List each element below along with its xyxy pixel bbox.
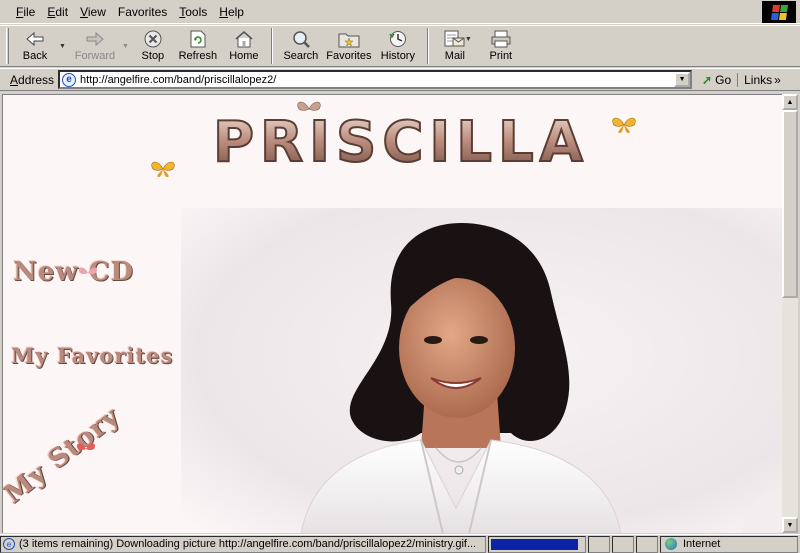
links-button[interactable]: Links » [737,72,781,87]
history-icon [387,29,409,49]
refresh-icon [187,29,209,49]
butterfly-icon [297,101,321,111]
forward-button[interactable]: Forward [70,26,120,66]
home-button[interactable]: Home [223,26,265,66]
ie-page-icon: e [3,538,15,550]
toolbar-grip[interactable] [6,28,9,64]
chevron-right-icon: » [774,72,781,87]
status-pane-blank [588,535,610,553]
search-button[interactable]: Search [279,26,323,66]
mail-icon [444,29,466,49]
menu-file[interactable]: File [10,1,41,23]
history-button[interactable]: History [375,26,421,66]
windows-logo-icon [770,4,788,20]
menu-bar: File Edit View Favorites Tools Help [0,0,800,24]
stop-button[interactable]: Stop [133,26,173,66]
scroll-up-icon[interactable]: ▲ [782,94,798,110]
menu-help[interactable]: Help [213,1,250,23]
address-dropdown-icon[interactable]: ▼ [674,72,691,87]
refresh-button[interactable]: Refresh [173,26,223,66]
favorites-folder-icon [338,29,360,49]
menu-view[interactable]: View [74,1,112,23]
address-label: Address [10,72,55,87]
vertical-scrollbar[interactable]: ▲ ▼ [782,94,798,533]
windows-logo-throbber [762,1,796,23]
progress-fill [491,538,579,550]
printer-icon [490,29,512,49]
go-button[interactable]: ➚ Go [692,73,737,87]
menu-favorites[interactable]: Favorites [112,1,173,23]
forward-dropdown-icon[interactable]: ▼ [122,43,129,50]
nav-new-cd-link[interactable]: New CD [13,257,134,287]
priscilla-photo [181,208,782,533]
butterfly-icon [78,267,98,275]
butterfly-icon [612,117,636,133]
favorites-button[interactable]: Favorites [323,26,375,66]
print-button[interactable]: Print [482,26,520,66]
internet-globe-icon [665,538,677,550]
status-pane-blank [612,535,634,553]
nav-my-favorites-link[interactable]: My Favorites [11,343,173,368]
mail-button[interactable]: Mail [435,26,475,66]
menu-edit[interactable]: Edit [41,1,74,23]
download-progress-bar [488,535,586,553]
banner-title: PRISCILLA [213,110,589,175]
back-dropdown-icon[interactable]: ▼ [59,43,66,50]
address-bar: Address e http://angelfire.com/band/pris… [0,68,800,91]
toolbar-separator [270,28,273,64]
go-arrow-icon: ➚ [702,72,713,87]
status-bar: e (3 items remaining) Downloading pictur… [0,534,800,553]
priscilla-banner-logo: PRISCILLA [212,109,589,175]
butterfly-icon [151,161,175,177]
butterfly-icon [76,443,96,451]
scroll-down-icon[interactable]: ▼ [782,517,798,533]
stop-icon [142,29,164,49]
toolbar-separator [426,28,429,64]
page-viewport: PRISCILLA New CD My Favorites My Story [2,94,782,533]
nav-my-story-link[interactable]: My Story [3,401,126,510]
back-arrow-icon [24,29,46,49]
status-text-pane: e (3 items remaining) Downloading pictur… [0,535,486,553]
forward-arrow-icon [84,29,106,49]
back-button[interactable]: Back [13,26,57,66]
address-input[interactable]: e http://angelfire.com/band/priscillalop… [58,70,693,89]
status-pane-blank [636,535,658,553]
scrollbar-thumb[interactable] [782,110,798,298]
security-zone-pane: Internet [660,535,798,553]
search-icon [290,29,312,49]
menu-tools[interactable]: Tools [173,1,213,23]
standard-toolbar: Back ▼ Forward ▼ Stop Refresh Home Searc… [0,25,800,67]
home-icon [233,29,255,49]
browser-window: File Edit View Favorites Tools Help Back… [0,0,800,553]
ie-page-icon: e [62,72,77,87]
